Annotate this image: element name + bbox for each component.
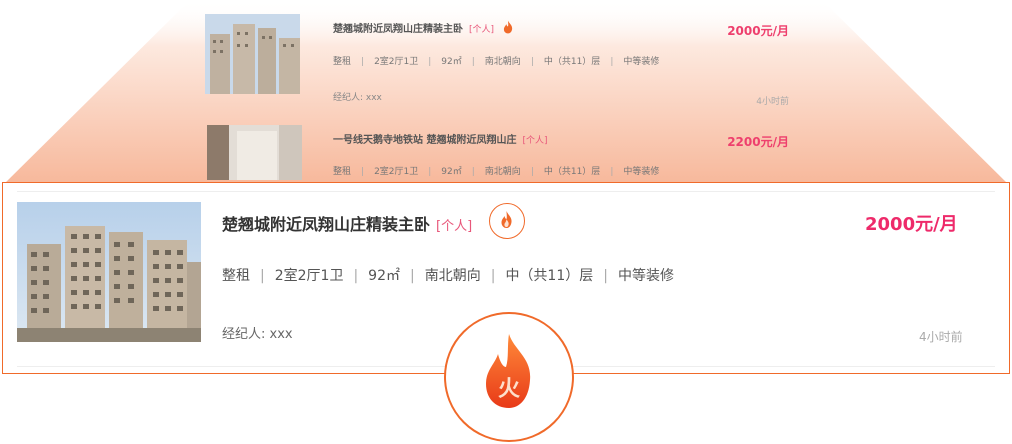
zoomed-hot-badge: 火 bbox=[444, 312, 574, 442]
fire-icon bbox=[501, 211, 512, 228]
tag-badge: [个人] bbox=[522, 136, 548, 146]
fire-icon-large: 火 bbox=[486, 334, 531, 408]
zoom-glyph: 火 bbox=[498, 377, 520, 402]
fire-icon bbox=[503, 20, 512, 34]
hot-badge[interactable] bbox=[489, 203, 525, 239]
apartment-photo bbox=[207, 125, 302, 180]
listing-title[interactable]: 楚翘城附近凤翔山庄精装主卧 [个人] bbox=[333, 20, 514, 35]
listing-price: 2000元/月 bbox=[727, 24, 789, 38]
listing-meta: 整租 | 2室2厅1卫 | 92㎡ | 南北朝向 | 中（共11）层 | 中等装修 bbox=[333, 167, 660, 177]
listing-title[interactable]: 一号线天鹅寺地铁站 楚翘城附近凤翔山庄 [个人] bbox=[333, 131, 548, 146]
post-time: 4小时前 bbox=[919, 330, 963, 344]
listing-meta: 整租 | 2室2厅1卫 | 92㎡ | 南北朝向 | 中（共11）层 | 中等装修 bbox=[333, 57, 660, 67]
listing-preview-2[interactable]: 一号线天鹅寺地铁站 楚翘城附近凤翔山庄 [个人] 2200元/月 整租 | 2室2厅1… bbox=[205, 125, 795, 180]
apartment-photo[interactable] bbox=[17, 202, 201, 342]
tag-badge: [个人] bbox=[469, 25, 495, 35]
listing-price: 2000元/月 bbox=[865, 214, 958, 235]
listing-price: 2200元/月 bbox=[727, 135, 789, 149]
listing-title[interactable]: 楚翘城附近凤翔山庄精装主卧 [个人] bbox=[222, 211, 472, 235]
tag-badge: [个人] bbox=[436, 219, 473, 234]
post-time: 4小时前 bbox=[756, 97, 789, 107]
agent-label: 经纪人: xxx bbox=[222, 327, 293, 342]
agent-label: 经纪人: xxx bbox=[333, 93, 382, 103]
listing-preview-1[interactable]: 楚翘城附近凤翔山庄精装主卧 [个人] 2000元/月 整租 | 2室2厅1卫 | 92㎡ |… bbox=[205, 14, 795, 114]
apartment-photo bbox=[205, 14, 300, 94]
listing-meta: 整租 | 2室2厅1卫 | 92㎡ | 南北朝向 | 中（共11）层 | 中等装修 bbox=[222, 268, 674, 284]
